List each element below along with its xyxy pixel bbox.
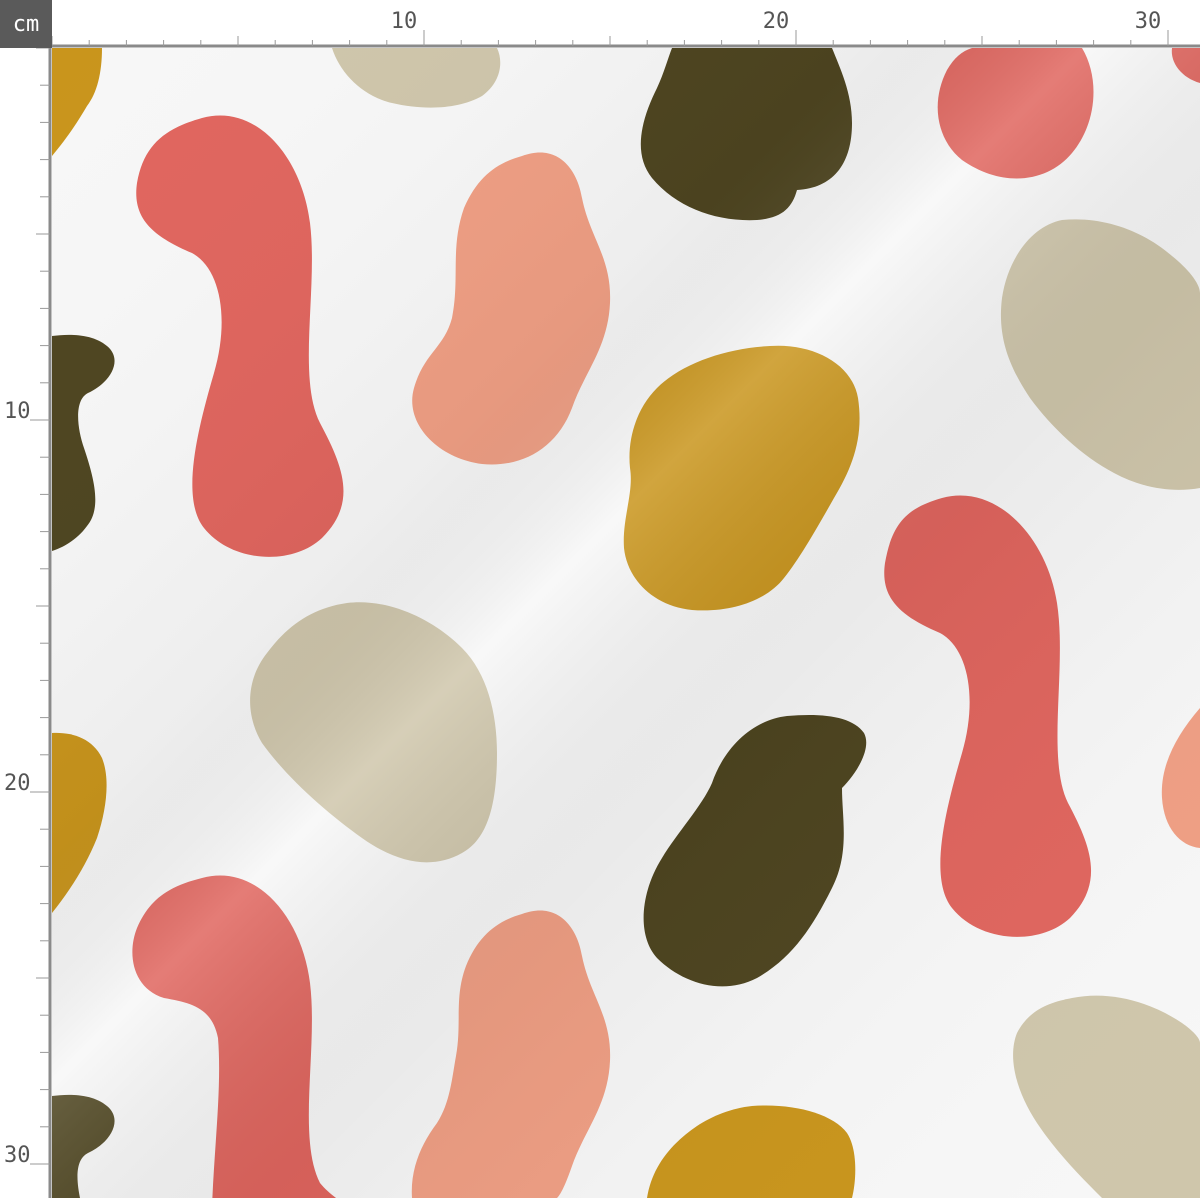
beige-blob: [1000, 219, 1200, 490]
peach-blob: [412, 152, 611, 465]
beige-blob: [332, 48, 501, 108]
peach-blob: [411, 910, 611, 1198]
top-label-10: 10: [391, 9, 418, 34]
olive-blob: [52, 1094, 115, 1198]
coral-blob: [937, 48, 1094, 179]
mustard-blob: [52, 48, 102, 156]
left-label-10: 10: [4, 399, 31, 424]
coral-blob: [136, 115, 344, 557]
top-ruler: 10 20 30: [52, 0, 1200, 48]
left-label-20: 20: [4, 771, 31, 796]
top-label-20: 20: [763, 9, 790, 34]
peach-blob: [1161, 708, 1200, 848]
fabric-pattern-preview: [52, 48, 1200, 1198]
mustard-blob: [647, 1105, 856, 1198]
beige-blob: [1013, 995, 1200, 1198]
left-ruler: 10 20 30: [0, 48, 52, 1198]
mustard-blob: [52, 732, 107, 913]
olive-blob: [52, 334, 115, 551]
olive-blob: [640, 48, 852, 221]
unit-label: cm: [0, 0, 52, 48]
olive-blob: [643, 714, 867, 987]
coral-blob: [1171, 48, 1200, 83]
left-label-30: 30: [4, 1143, 31, 1168]
mustard-blob: [623, 345, 860, 611]
coral-blob: [884, 495, 1092, 937]
coral-blob: [132, 875, 337, 1198]
beige-blob: [250, 602, 497, 863]
top-label-30: 30: [1135, 9, 1162, 34]
